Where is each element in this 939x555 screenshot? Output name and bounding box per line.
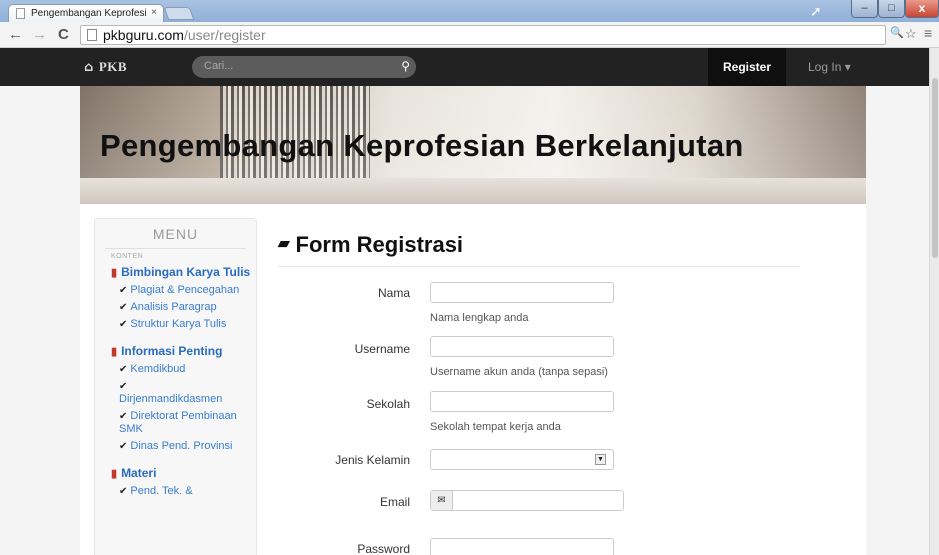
page-icon [16, 8, 25, 19]
check-icon: ✔ [119, 411, 128, 422]
folder-icon: ▰ [278, 235, 290, 252]
menu-icon[interactable]: ≡ [924, 25, 932, 41]
bookmark-icon: ▮ [111, 468, 118, 480]
check-icon: ✔ [119, 486, 128, 497]
sidebar-item-pend-tek[interactable]: ✔ Pend. Tek. & [95, 481, 256, 498]
page-icon [87, 29, 97, 41]
sidebar-section-materi[interactable]: ▮ Materi [95, 461, 256, 481]
username-help: Username akun anda (tanpa sepasi) [430, 366, 608, 378]
check-icon: ✔ [119, 319, 128, 330]
back-arrow-icon[interactable]: ← [8, 26, 23, 43]
sekolah-help: Sekolah tempat kerja anda [430, 421, 561, 433]
search-input[interactable]: Cari... [204, 60, 233, 72]
register-link[interactable]: Register [708, 48, 786, 86]
sidebar-item-analisis[interactable]: ✔ Analisis Paragrap [95, 297, 256, 314]
sidebar-item-direktorat[interactable]: ✔ Direktorat Pembinaan SMK [95, 406, 256, 436]
home-icon: ⌂ [84, 60, 94, 75]
zoom-icon[interactable]: 🔍 [890, 26, 904, 39]
bookmark-star-icon[interactable]: ☆ [905, 26, 917, 42]
page-viewport: ⌂ PKB Cari... ⚲ Register Log In ▾ Pengemb… [0, 48, 929, 555]
bookmark-icon: ▮ [111, 346, 118, 358]
minimize-button[interactable]: – [851, 0, 878, 18]
sidebar-item-dinas[interactable]: ✔ Dinas Pend. Provinsi [95, 436, 256, 453]
mouse-cursor-icon: ➚ [810, 3, 822, 19]
jenis-kelamin-label: Jenis Kelamin [335, 453, 410, 467]
username-input[interactable] [430, 336, 614, 357]
email-label: Email [379, 495, 410, 509]
site-brand[interactable]: ⌂ PKB [84, 59, 127, 75]
scrollbar-thumb[interactable] [932, 78, 938, 258]
sidebar-section-informasi[interactable]: ▮ Informasi Penting [95, 339, 256, 359]
search-icon[interactable]: ⚲ [401, 59, 410, 73]
sidebar-item-plagiat[interactable]: ✔ Plagiat & Pencegahan [95, 280, 256, 297]
check-icon: ✔ [119, 302, 128, 313]
email-field[interactable]: ✉ [430, 490, 624, 511]
sidebar-item-struktur[interactable]: ✔ Struktur Karya Tulis [95, 314, 256, 331]
divider [105, 248, 246, 249]
jenis-kelamin-select[interactable]: ▼ [430, 449, 614, 470]
maximize-button[interactable]: □ [878, 0, 905, 18]
sidebar-item-dirjen[interactable]: ✔ Dirjenmandikdasmen [95, 376, 256, 406]
forward-arrow-icon[interactable]: → [32, 26, 47, 43]
form-title: ▰ Form Registrasi [278, 232, 464, 257]
check-icon: ✔ [119, 441, 128, 452]
url-text: pkbguru.com/user/register [103, 27, 266, 43]
login-dropdown[interactable]: Log In ▾ [808, 60, 851, 74]
chevron-down-icon[interactable]: ▼ [595, 454, 606, 465]
sidebar-item-kemdikbud[interactable]: ✔ Kemdikbud [95, 359, 256, 376]
main-content: MENU KONTEN ▮ Bimbingan Karya Tulis ✔ Plag… [80, 204, 866, 555]
header-banner: Pengembangan Keprofesian Berkelanjutan [80, 86, 866, 204]
sekolah-label: Sekolah [366, 397, 410, 411]
password-label: Password [357, 542, 410, 555]
sidebar-menu: MENU KONTEN ▮ Bimbingan Karya Tulis ✔ Plag… [94, 218, 257, 555]
envelope-icon: ✉ [431, 491, 453, 510]
bookmark-icon: ▮ [111, 267, 118, 279]
tab-title: Pengembangan Keprofesi [31, 8, 147, 19]
sekolah-input[interactable] [430, 391, 614, 412]
window-titlebar: Pengembangan Keprofesi × ➚ – □ x [0, 0, 939, 22]
vertical-scrollbar[interactable] [929, 48, 939, 555]
search-box[interactable]: Cari... ⚲ [192, 56, 416, 78]
check-icon: ✔ [119, 364, 128, 375]
menu-title: MENU [152, 226, 199, 242]
address-bar[interactable]: pkbguru.com/user/register [80, 25, 886, 45]
divider [278, 266, 800, 267]
close-window-button[interactable]: x [905, 0, 939, 18]
username-label: Username [354, 342, 410, 356]
tab-close-icon[interactable]: × [151, 7, 157, 18]
site-title: Pengembangan Keprofesian Berkelanjutan [100, 128, 744, 163]
browser-toolbar: ← → C pkbguru.com/user/register 🔍 ☆ ≡ [0, 22, 939, 48]
sidebar-kicker: KONTEN [111, 253, 144, 260]
browser-tab[interactable]: Pengembangan Keprofesi × [8, 4, 164, 22]
sidebar-section-bimbingan[interactable]: ▮ Bimbingan Karya Tulis [95, 260, 256, 280]
nama-help: Nama lengkap anda [430, 312, 529, 324]
nama-label: Nama [377, 286, 410, 300]
new-tab-button[interactable] [163, 7, 195, 20]
reload-icon[interactable]: C [58, 26, 69, 43]
nama-input[interactable] [430, 282, 614, 303]
password-input[interactable] [430, 538, 614, 555]
site-navbar: ⌂ PKB Cari... ⚲ Register Log In ▾ [0, 48, 929, 86]
check-icon: ✔ [119, 381, 128, 392]
check-icon: ✔ [119, 285, 128, 296]
